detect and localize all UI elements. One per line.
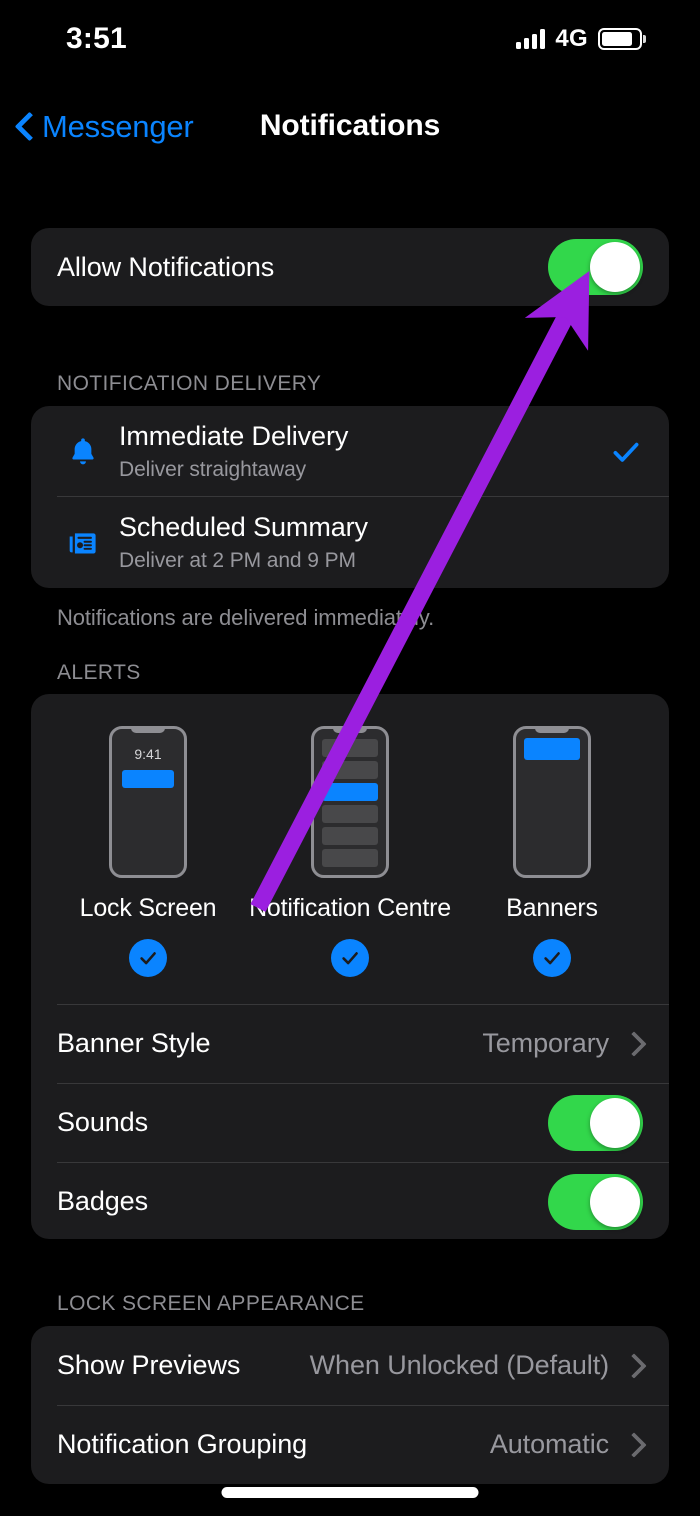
notification-grouping-row[interactable]: Notification Grouping Automatic — [31, 1405, 669, 1484]
home-indicator[interactable] — [221, 1487, 479, 1498]
sounds-toggle[interactable] — [548, 1094, 643, 1151]
chevron-right-icon — [621, 1030, 647, 1057]
page-title: Notifications — [259, 109, 441, 142]
signal-bars-icon — [516, 29, 546, 49]
delivery-option-immediate[interactable]: Immediate Delivery Deliver straightaway — [31, 406, 669, 497]
status-bar-indicators: 4G — [516, 25, 646, 52]
show-previews-label: Show Previews — [57, 1350, 241, 1380]
notification-delivery-card: Immediate Delivery Deliver straightaway — [31, 406, 669, 588]
alert-option-banners-label: Banners — [506, 894, 598, 922]
alert-option-lock-screen[interactable]: 9:41 Lock Screen — [53, 726, 243, 977]
show-previews-value: When Unlocked (Default) — [309, 1350, 609, 1380]
alert-option-lock-screen-checkbox[interactable] — [129, 939, 167, 977]
chevron-right-icon — [621, 1352, 647, 1379]
notification-delivery-footer: Notifications are delivered immediately. — [57, 605, 435, 630]
status-bar-time: 3:51 — [66, 22, 127, 55]
chevron-right-icon — [621, 1431, 647, 1458]
allow-notifications-toggle[interactable] — [548, 239, 643, 295]
notification-centre-preview-icon — [311, 726, 389, 878]
sounds-row[interactable]: Sounds — [31, 1083, 669, 1162]
delivery-option-immediate-title: Immediate Delivery — [119, 421, 349, 452]
show-previews-row[interactable]: Show Previews When Unlocked (Default) — [31, 1326, 669, 1405]
notification-grouping-value: Automatic — [489, 1429, 609, 1459]
allow-notifications-row[interactable]: Allow Notifications — [31, 228, 669, 306]
banner-style-value: Temporary — [482, 1028, 609, 1058]
alert-option-notification-centre-label: Notification Centre — [249, 894, 451, 922]
alerts-header: ALERTS — [57, 661, 141, 684]
delivery-option-scheduled-title: Scheduled Summary — [119, 512, 368, 543]
delivery-option-immediate-text: Immediate Delivery Deliver straightaway — [119, 421, 348, 482]
network-type-label: 4G — [555, 25, 588, 52]
lock-screen-appearance-card: Show Previews When Unlocked (Default) No… — [31, 1326, 669, 1484]
delivery-option-scheduled[interactable]: Scheduled Summary Deliver at 2 PM and 9 … — [31, 497, 669, 588]
banners-preview-icon — [513, 726, 591, 878]
alert-option-notification-centre[interactable]: Notification Centre — [249, 726, 451, 977]
sounds-label: Sounds — [57, 1107, 148, 1137]
badges-label: Badges — [57, 1186, 148, 1216]
iphone-screen: 3:51 4G Messenger Notifications Allow No… — [0, 0, 700, 1516]
banner-style-row[interactable]: Banner Style Temporary — [31, 1004, 669, 1083]
badges-row[interactable]: Badges — [31, 1162, 669, 1239]
battery-icon — [598, 28, 646, 50]
delivery-option-scheduled-subtitle: Deliver at 2 PM and 9 PM — [119, 548, 356, 572]
alert-option-notification-centre-checkbox[interactable] — [331, 939, 369, 977]
alert-option-banners[interactable]: Banners — [457, 726, 647, 977]
lock-screen-appearance-header: LOCK SCREEN APPEARANCE — [57, 1292, 365, 1315]
notification-delivery-header: NOTIFICATION DELIVERY — [57, 372, 322, 395]
alert-option-banners-checkbox[interactable] — [533, 939, 571, 977]
newspaper-icon — [55, 526, 111, 560]
delivery-option-immediate-subtitle: Deliver straightaway — [119, 457, 307, 481]
alerts-card: 9:41 Lock Screen Notification Centre Ban… — [31, 694, 669, 1239]
navigation-bar: Messenger Notifications — [0, 95, 700, 157]
status-bar: 3:51 4G — [0, 0, 700, 78]
notification-grouping-label: Notification Grouping — [57, 1429, 308, 1459]
badges-toggle[interactable] — [548, 1173, 643, 1230]
allow-notifications-label: Allow Notifications — [57, 251, 275, 282]
lock-screen-preview-time: 9:41 — [134, 746, 162, 762]
alert-option-lock-screen-label: Lock Screen — [79, 894, 217, 922]
lock-screen-preview-icon: 9:41 — [109, 726, 187, 878]
checkmark-icon — [609, 435, 643, 469]
alerts-preview-row: 9:41 Lock Screen Notification Centre Ban… — [31, 694, 669, 977]
banner-style-label: Banner Style — [57, 1028, 211, 1058]
delivery-option-scheduled-text: Scheduled Summary Deliver at 2 PM and 9 … — [119, 512, 368, 573]
bell-icon — [55, 435, 111, 469]
allow-notifications-card: Allow Notifications — [31, 228, 669, 306]
